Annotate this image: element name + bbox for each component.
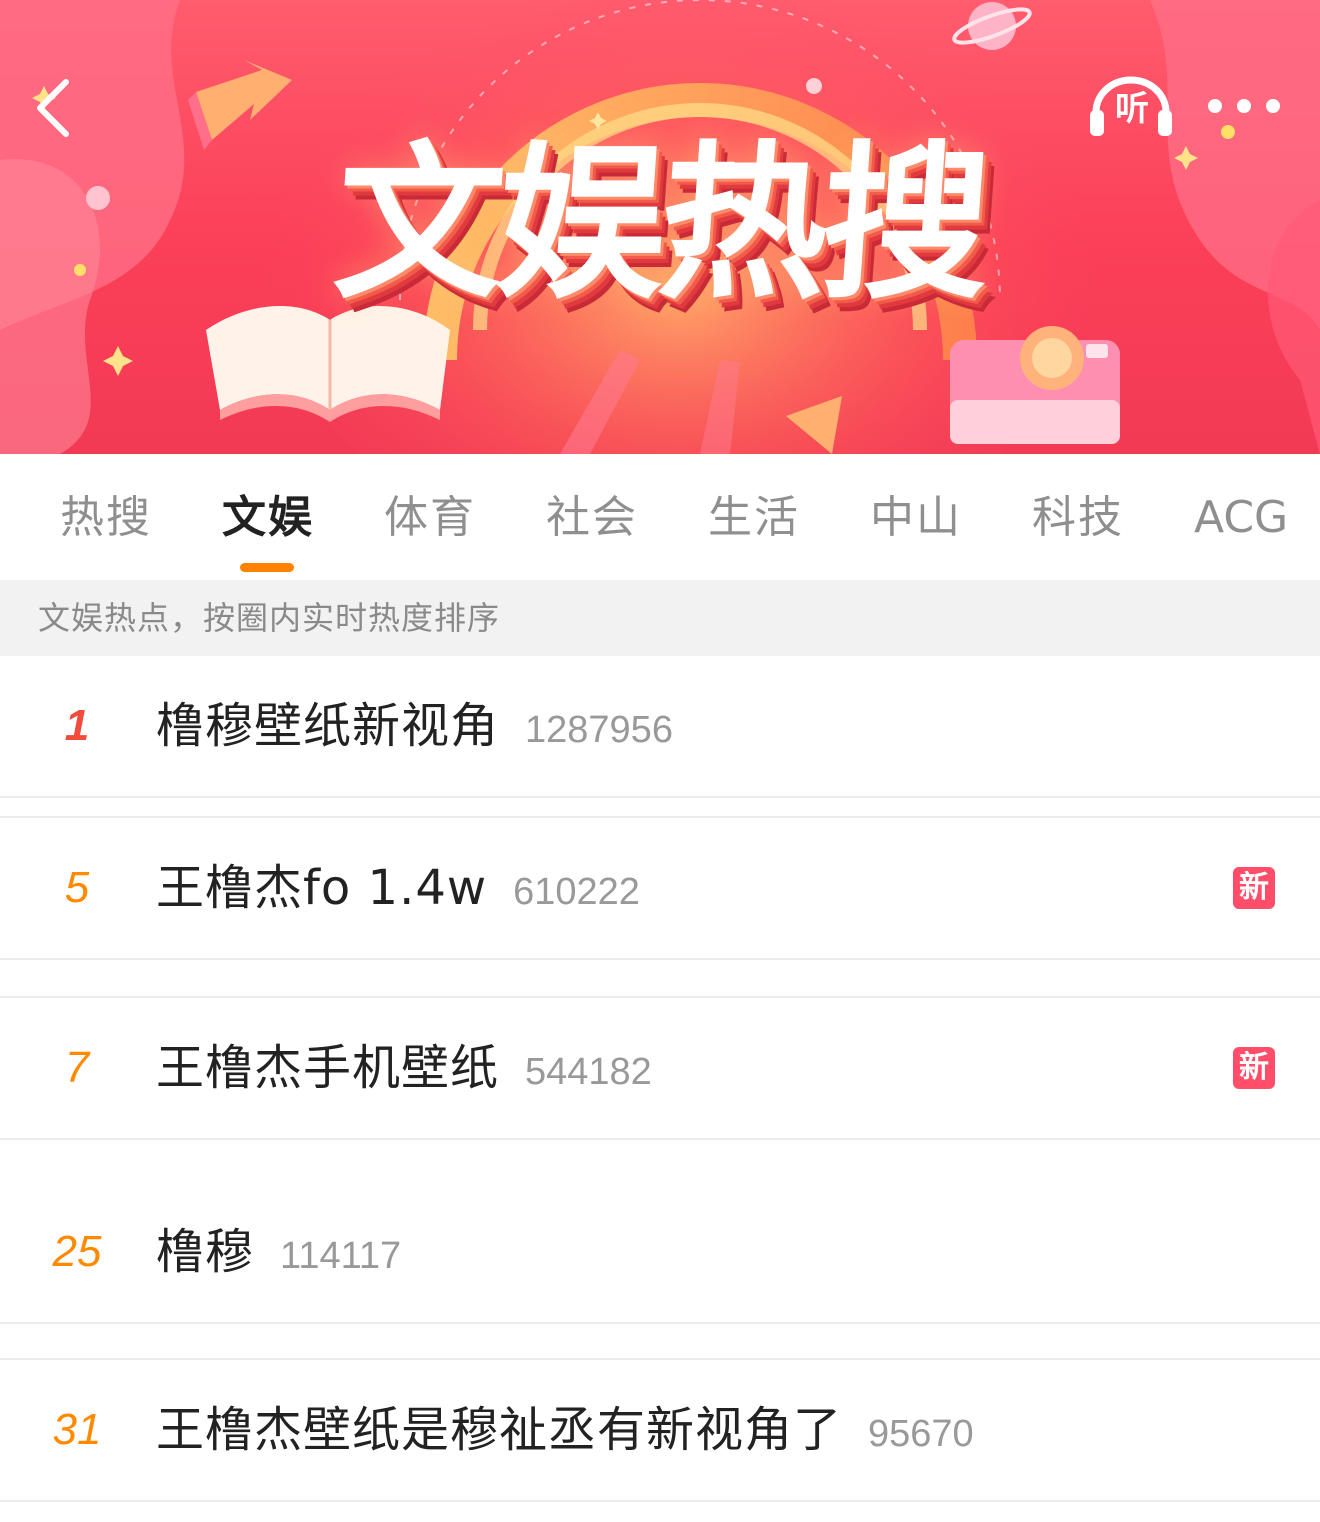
- rank-number: 1: [64, 701, 90, 750]
- active-tab-indicator: [240, 563, 294, 572]
- back-button[interactable]: [28, 74, 88, 144]
- item-title: 橹穆: [156, 1224, 255, 1280]
- rank-number: 5: [64, 863, 90, 912]
- divider: [0, 796, 1320, 798]
- listen-button[interactable]: 听: [1086, 74, 1176, 140]
- list-item[interactable]: 7 王橹杰手机壁纸 544182 新: [0, 998, 1320, 1138]
- list-item[interactable]: 1 橹穆壁纸新视角 1287956: [0, 656, 1320, 796]
- rank-number: 7: [64, 1043, 90, 1092]
- tab-zhongshan[interactable]: 中山: [870, 490, 962, 546]
- new-badge: 新: [1233, 1047, 1275, 1089]
- tab-tech[interactable]: 科技: [1032, 490, 1124, 546]
- item-heat-count: 114117: [280, 1235, 402, 1277]
- item-heat-count: 1287956: [525, 709, 673, 751]
- tab-acg[interactable]: ACG: [1194, 490, 1288, 546]
- divider: [0, 958, 1320, 960]
- banner: 文娱热搜 听: [0, 0, 1320, 454]
- item-heat-count: 610222: [513, 871, 640, 913]
- listen-label: 听: [1115, 89, 1149, 129]
- tab-society[interactable]: 社会: [546, 490, 638, 546]
- chevron-left-icon: [37, 79, 69, 137]
- item-title: 王橹杰壁纸是穆祉丞有新视角了: [156, 1402, 843, 1458]
- divider: [0, 1500, 1320, 1502]
- item-heat-count: 544182: [525, 1051, 652, 1093]
- list-item[interactable]: 25 橹穆 114117: [0, 1182, 1320, 1322]
- item-title: 王橹杰手机壁纸: [156, 1040, 500, 1096]
- rank-number: 25: [52, 1227, 102, 1276]
- item-heat-count: 95670: [868, 1413, 974, 1455]
- list-description: 文娱热点，按圈内实时热度排序: [0, 580, 1320, 656]
- new-badge: 新: [1233, 867, 1275, 909]
- tab-hot-search[interactable]: 热搜: [60, 490, 152, 546]
- rank-number: 31: [52, 1405, 102, 1454]
- item-title: 橹穆壁纸新视角: [156, 698, 500, 754]
- tab-sports[interactable]: 体育: [384, 490, 476, 546]
- list-item[interactable]: 31 王橹杰壁纸是穆祉丞有新视角了 95670: [0, 1360, 1320, 1500]
- tab-entertainment[interactable]: 文娱: [222, 490, 314, 546]
- tab-life[interactable]: 生活: [708, 490, 800, 546]
- item-title: 王橹杰fo 1.4w: [156, 860, 488, 916]
- more-button[interactable]: [1206, 92, 1282, 122]
- category-tabs: 热搜 文娱 体育 社会 生活 中山 科技 ACG: [0, 454, 1320, 580]
- list-item[interactable]: 5 王橹杰fo 1.4w 610222 新: [0, 818, 1320, 958]
- banner-title: 文娱热搜: [329, 126, 991, 322]
- divider: [0, 1138, 1320, 1140]
- divider: [0, 1322, 1320, 1324]
